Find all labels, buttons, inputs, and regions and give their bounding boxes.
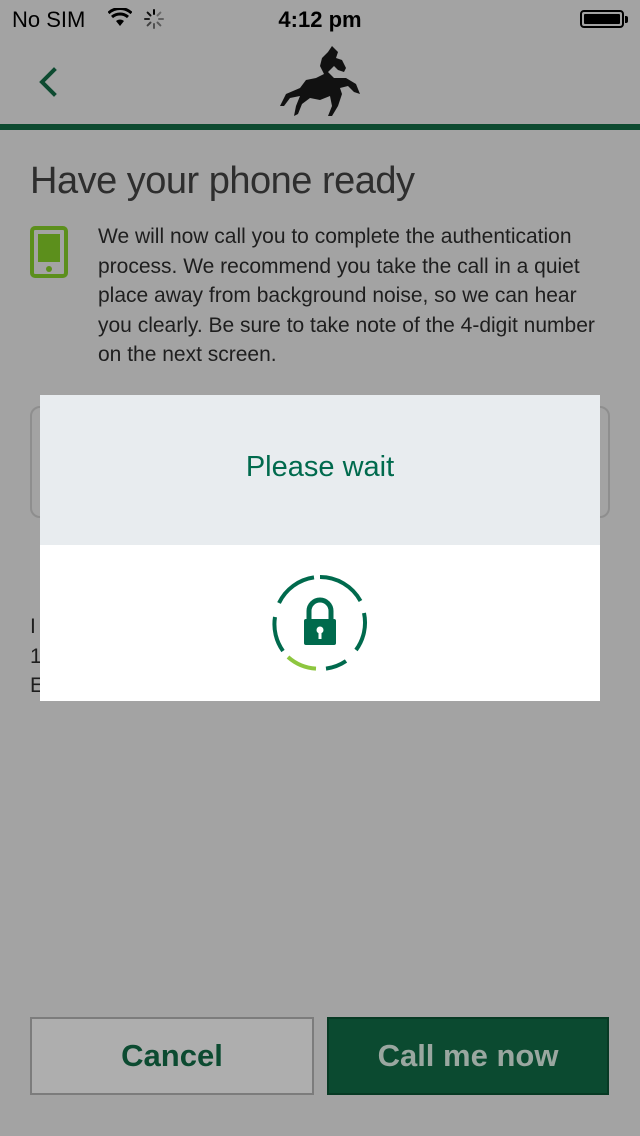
lock-progress-icon bbox=[272, 574, 367, 671]
clock: 4:12 pm bbox=[278, 7, 362, 32]
battery-icon bbox=[580, 10, 628, 28]
call-me-now-button[interactable]: Call me now bbox=[327, 1017, 609, 1095]
cancel-button[interactable]: Cancel bbox=[30, 1017, 314, 1095]
nav-bar bbox=[0, 40, 640, 124]
please-wait-dialog: Please wait bbox=[40, 395, 600, 701]
status-bar: No SIM 4:12 pm bbox=[0, 0, 640, 40]
dialog-title: Please wait bbox=[245, 451, 395, 483]
chevron-left-icon[interactable] bbox=[32, 62, 72, 102]
nav-divider bbox=[0, 124, 640, 130]
instruction-text: We will now call you to complete the aut… bbox=[98, 225, 595, 366]
black-horse-logo bbox=[280, 46, 360, 116]
page-title: Have your phone ready bbox=[30, 160, 415, 202]
phone-icon bbox=[30, 226, 68, 278]
dialog-header: Please wait bbox=[40, 395, 600, 545]
